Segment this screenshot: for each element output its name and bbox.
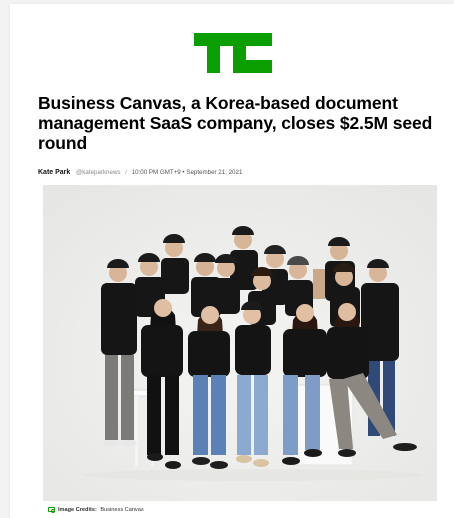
author-handle-link[interactable]: @kateparknews (76, 169, 120, 176)
byline-separator: / (125, 169, 127, 176)
featured-image (43, 185, 437, 501)
techcrunch-logo[interactable] (194, 33, 272, 73)
article-page: Business Canvas, a Korea-based document … (10, 4, 454, 518)
team-group-photo (43, 185, 437, 501)
article-headline: Business Canvas, a Korea-based document … (38, 93, 433, 153)
techcrunch-logo-icon (194, 33, 272, 73)
article-byline: Kate Park @kateparknews / 10:00 PM GMT+9… (38, 169, 242, 176)
image-credits: Image Credits: Business Canvas (48, 507, 144, 513)
image-credits-label: Image Credits: (58, 507, 97, 513)
author-link[interactable]: Kate Park (38, 169, 70, 176)
camera-icon (48, 507, 55, 513)
publish-timestamp: 10:00 PM GMT+9 • September 21, 2021 (131, 169, 243, 176)
image-credits-value: Business Canvas (100, 507, 144, 513)
